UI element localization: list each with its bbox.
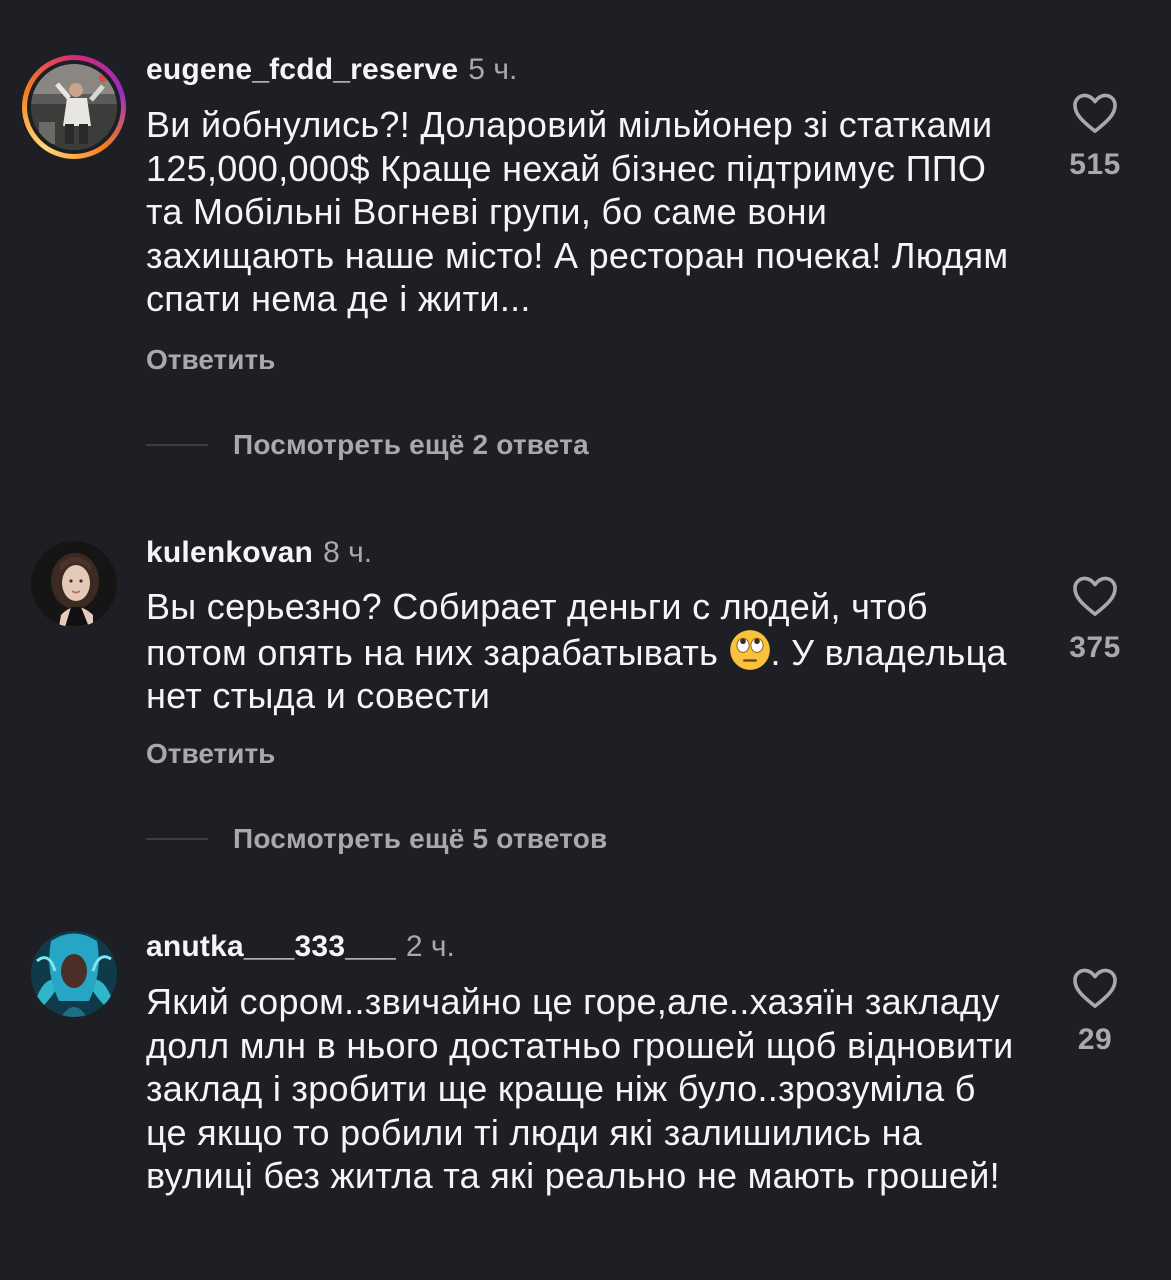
heart-icon[interactable] — [1072, 967, 1118, 1009]
comment-header: anutka___333___ 2 ч. — [146, 929, 455, 965]
comment-header: kulenkovan 8 ч. — [146, 535, 372, 571]
face-with-rolling-eyes-icon — [729, 629, 770, 670]
view-more-replies-button[interactable]: Посмотреть ещё 5 ответов — [146, 821, 607, 857]
comment-text: Вы серьезно? Собирает деньги с людей, чт… — [146, 585, 1016, 718]
avatar-image — [31, 541, 117, 627]
like-control: 375 — [1050, 575, 1140, 665]
story-ring — [22, 55, 126, 159]
timestamp: 8 ч. — [323, 536, 373, 569]
username[interactable]: anutka___333___ — [146, 930, 396, 963]
timestamp: 2 ч. — [405, 930, 455, 963]
reply-button[interactable]: Ответить — [146, 344, 275, 376]
like-control: 515 — [1050, 92, 1140, 182]
comment-text: Ви йобнулись?! Доларовий мільйонер зі ст… — [146, 104, 1009, 319]
view-more-replies-label: Посмотреть ещё 5 ответов — [233, 823, 608, 854]
timestamp: 5 ч. — [468, 53, 518, 86]
replies-divider — [146, 444, 208, 446]
view-more-replies-label: Посмотреть ещё 2 ответа — [233, 429, 589, 460]
heart-icon[interactable] — [1072, 92, 1118, 134]
heart-icon[interactable] — [1072, 575, 1118, 617]
username[interactable]: eugene_fcdd_reserve — [146, 53, 458, 86]
likes-count: 515 — [1069, 148, 1121, 181]
comment-header: eugene_fcdd_reserve 5 ч. — [146, 52, 517, 88]
avatar[interactable] — [22, 922, 126, 1026]
like-control: 29 — [1050, 967, 1140, 1057]
avatar[interactable] — [22, 55, 126, 159]
avatar[interactable] — [22, 532, 126, 636]
comment-text: Який сором..звичайно це горе,але..хазяїн… — [146, 981, 1014, 1196]
likes-count: 375 — [1069, 631, 1121, 664]
reply-button[interactable]: Ответить — [146, 738, 275, 770]
view-more-replies-button[interactable]: Посмотреть ещё 2 ответа — [146, 427, 589, 463]
avatar-image — [31, 64, 117, 150]
username[interactable]: kulenkovan — [146, 536, 313, 569]
avatar-image — [31, 931, 117, 1017]
replies-divider — [146, 838, 208, 840]
likes-count: 29 — [1077, 1023, 1113, 1056]
